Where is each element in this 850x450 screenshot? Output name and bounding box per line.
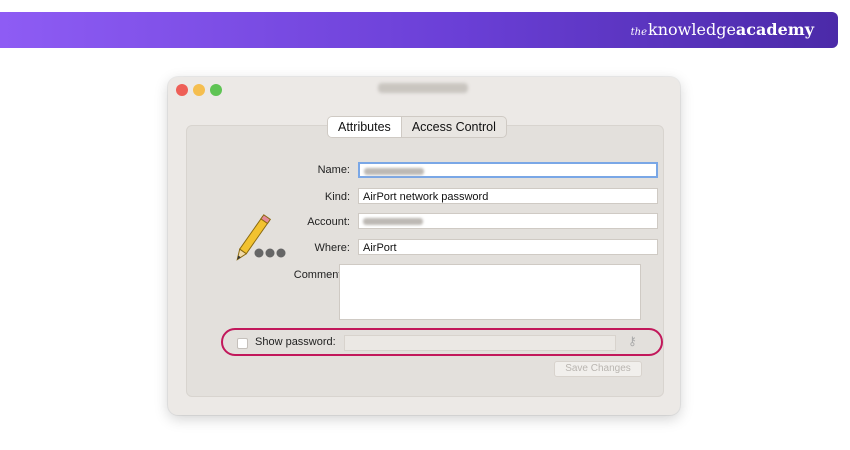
account-label: Account:	[307, 216, 350, 228]
brand-the: the	[630, 27, 648, 38]
tab-access-control[interactable]: Access Control	[402, 117, 506, 137]
kind-label: Kind:	[324, 191, 350, 203]
show-password-checkbox[interactable]	[237, 338, 248, 349]
tab-bar: Attributes Access Control	[327, 116, 507, 138]
minimize-window-button[interactable]	[193, 84, 205, 96]
name-value-blurred	[364, 167, 424, 175]
comments-label: Comments:	[293, 269, 350, 281]
brand-knowledge: knowledge	[648, 20, 736, 39]
kind-field[interactable]: AirPort network password	[358, 188, 658, 204]
where-label: Where:	[314, 242, 350, 254]
brand-banner: theknowledgeacademy	[0, 12, 838, 48]
where-field[interactable]: AirPort	[358, 239, 658, 255]
password-field[interactable]	[344, 335, 616, 351]
account-value-blurred	[363, 217, 423, 225]
zoom-window-button[interactable]	[210, 84, 222, 96]
tab-attributes[interactable]: Attributes	[328, 117, 402, 137]
brand-academy: academy	[735, 20, 814, 39]
close-window-button[interactable]	[176, 84, 188, 96]
name-label: Name:	[317, 164, 350, 176]
show-password-label: Show password:	[255, 336, 336, 348]
name-field[interactable]	[358, 162, 658, 178]
key-icon[interactable]: ⚷	[628, 334, 637, 348]
window-titlebar[interactable]	[168, 77, 680, 103]
comments-textarea[interactable]	[339, 264, 641, 320]
account-field[interactable]	[358, 213, 658, 229]
show-password-row-highlight: Show password: ⚷	[221, 328, 663, 356]
brand-logo: theknowledgeacademy	[631, 20, 814, 40]
attributes-panel: Name: Kind: AirPort network password Acc…	[186, 125, 664, 397]
window-title-blurred	[378, 83, 468, 93]
save-changes-button[interactable]: Save Changes	[554, 361, 642, 377]
keychain-item-window: Attributes Access Control Name: Kind: Ai…	[168, 77, 680, 415]
